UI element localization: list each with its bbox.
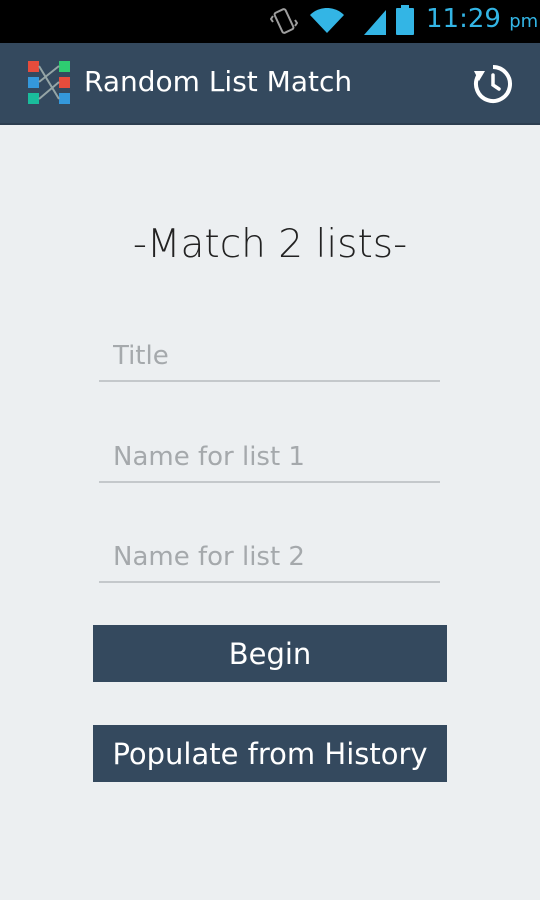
action-bar: Random List Match <box>0 43 540 125</box>
app-title: Random List Match <box>84 65 353 98</box>
populate-from-history-button[interactable]: Populate from History <box>93 725 447 782</box>
page-title: -Match 2 lists- <box>132 222 408 267</box>
vibrate-icon <box>270 8 298 34</box>
wifi-icon <box>310 8 344 33</box>
list1-name-input[interactable] <box>99 439 440 483</box>
signal-icon <box>364 10 386 35</box>
status-time: 11:29 pm <box>426 4 539 34</box>
history-icon[interactable] <box>472 63 514 105</box>
list2-name-input[interactable] <box>99 539 440 583</box>
app-logo-icon <box>28 61 70 104</box>
title-input[interactable] <box>99 338 440 382</box>
begin-button[interactable]: Begin <box>93 625 447 682</box>
status-bar: 11:29 pm <box>0 0 540 43</box>
battery-icon <box>396 5 414 35</box>
